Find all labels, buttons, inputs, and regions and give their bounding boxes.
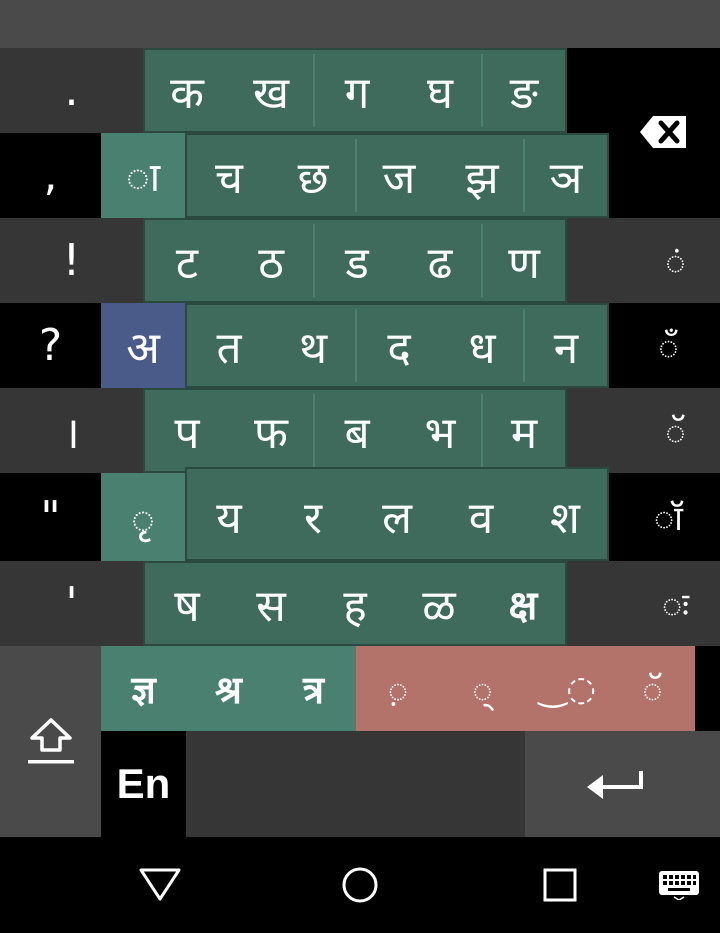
key-ra[interactable]: र (271, 473, 355, 559)
key-label: ◌ृ (131, 496, 155, 543)
enter-icon (587, 771, 643, 799)
key-tra[interactable]: त्र (271, 646, 356, 731)
key-label: । (63, 407, 80, 459)
key-ka[interactable]: क (145, 50, 229, 131)
language-label: En (116, 760, 171, 807)
key-label: ◌ः (661, 585, 690, 626)
key-candra-e[interactable]: ◌ॅ (567, 388, 720, 473)
key-label: ◌ॉ (653, 499, 683, 539)
key-aa-matra[interactable]: ◌ा (101, 133, 185, 218)
key-kha[interactable]: ख (229, 50, 313, 131)
back-triangle-icon[interactable] (138, 867, 182, 903)
key-single-quote[interactable]: ' (0, 561, 143, 646)
key-va[interactable]: व (439, 473, 523, 559)
key-label: ! (62, 235, 81, 286)
key-jha[interactable]: झ (441, 135, 523, 216)
shift-icon (28, 718, 74, 764)
key-bha[interactable]: भ (399, 390, 481, 471)
key-label: " (40, 491, 61, 543)
conjunct-row: ज्ञ श्र त्र (101, 646, 356, 731)
key-exclamation[interactable]: ! (0, 218, 143, 303)
navigation-bar (0, 837, 720, 933)
backspace-icon (640, 116, 686, 148)
key-tha[interactable]: थ (271, 305, 355, 386)
keyboard-icon[interactable] (658, 870, 700, 900)
key-visarga[interactable]: ◌ः (567, 561, 720, 646)
key-danda[interactable]: । (0, 388, 143, 473)
key-ya[interactable]: य (187, 473, 271, 559)
key-label: ? (38, 320, 63, 371)
consonant-row-ka: क ख ग घ ङ (143, 48, 567, 133)
key-label: ◌ँ (658, 327, 679, 368)
key-label: अ (126, 322, 160, 374)
key-ca[interactable]: च (187, 135, 271, 216)
home-circle-icon[interactable] (340, 865, 380, 905)
key-anusvara[interactable]: ◌ं (567, 218, 720, 303)
key-ssa[interactable]: ष (145, 563, 229, 644)
key-ba[interactable]: ब (315, 390, 399, 471)
key-jnya[interactable]: ज्ञ (101, 646, 186, 731)
key-da[interactable]: द (357, 305, 441, 386)
consonant-row-ca: च छ ज झ ञ (185, 133, 609, 218)
key-ha[interactable]: ह (313, 563, 397, 644)
key-label: ◌ं (665, 242, 686, 283)
key-dha[interactable]: ध (441, 305, 523, 386)
key-gha[interactable]: घ (399, 50, 481, 131)
key-chandrabindu[interactable]: ◌ँ (609, 303, 720, 388)
key-eyelash-ra[interactable]: ‿◌ (525, 646, 610, 731)
key-candra-o[interactable]: ◌ॉ (609, 473, 720, 561)
key-label: . (64, 65, 79, 116)
key-nna[interactable]: ण (483, 220, 565, 301)
key-label: ◌ा (125, 155, 161, 201)
consonant-row-tta: ट ठ ड ढ ण (143, 218, 567, 303)
consonant-row-ssa: ष स ह ळ क्ष (143, 561, 567, 646)
key-la[interactable]: ल (355, 473, 439, 559)
key-sha[interactable]: श (523, 473, 607, 559)
key-ttha[interactable]: ठ (229, 220, 313, 301)
recents-square-icon[interactable] (542, 867, 578, 903)
key-lla[interactable]: ळ (397, 563, 481, 644)
key-virama[interactable]: ◌् (440, 646, 525, 731)
key-question[interactable]: ? (0, 303, 101, 388)
key-nukta[interactable]: ◌़ (356, 646, 440, 731)
key-na[interactable]: न (525, 305, 607, 386)
row-filler (695, 646, 720, 731)
key-comma[interactable]: , (0, 133, 101, 218)
key-sa[interactable]: स (229, 563, 313, 644)
key-shra[interactable]: श्र (186, 646, 271, 731)
key-label: ◌ॅ (665, 412, 686, 453)
language-switch-button[interactable]: En (101, 731, 186, 837)
key-ja[interactable]: ज (357, 135, 441, 216)
key-candra[interactable]: ◌ॅ (610, 646, 695, 731)
consonant-row-pa: प फ ब भ म (143, 388, 567, 473)
key-vowel-a[interactable]: अ (101, 303, 185, 388)
key-ma[interactable]: म (483, 390, 565, 471)
key-period[interactable]: . (0, 48, 143, 133)
top-bar (0, 0, 720, 48)
key-pa[interactable]: प (145, 390, 229, 471)
key-dda[interactable]: ड (315, 220, 399, 301)
key-enter[interactable] (525, 731, 720, 837)
key-double-quote[interactable]: " (0, 473, 101, 561)
key-nya[interactable]: ञ (525, 135, 607, 216)
key-label: , (43, 150, 58, 201)
key-tta[interactable]: ट (145, 220, 229, 301)
consonant-row-ta: त थ द ध न (185, 303, 609, 388)
key-nga[interactable]: ङ (483, 50, 565, 131)
key-cha[interactable]: छ (271, 135, 355, 216)
key-ksha[interactable]: क्ष (481, 563, 565, 644)
consonant-row-ya: य र ल व श (185, 467, 609, 561)
key-ri-matra[interactable]: ◌ृ (101, 473, 185, 561)
key-shift[interactable] (0, 646, 101, 837)
key-ga[interactable]: ग (315, 50, 399, 131)
key-label: ' (65, 578, 78, 629)
key-ddha[interactable]: ढ (399, 220, 481, 301)
key-ta[interactable]: त (187, 305, 271, 386)
modifier-row: ◌़ ◌् ‿◌ ◌ॅ (356, 646, 695, 731)
key-pha[interactable]: फ (229, 390, 313, 471)
space-bar[interactable] (186, 731, 525, 837)
